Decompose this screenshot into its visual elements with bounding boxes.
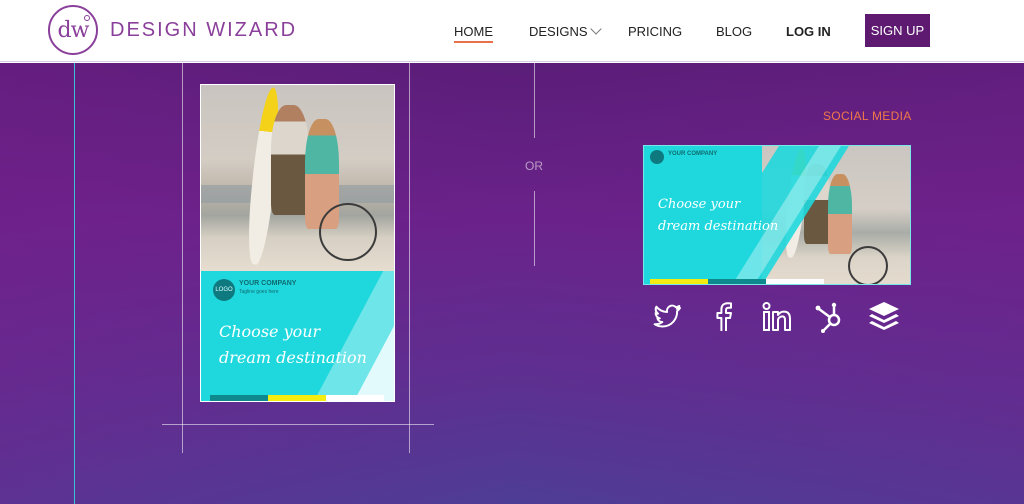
poster-headline-line2: dream destination xyxy=(219,348,367,367)
hero-section: OR SOCIAL MEDIA LOGO YOUR COMPANY Taglin… xyxy=(0,63,1024,504)
or-divider-top xyxy=(534,63,535,138)
guide-line xyxy=(74,63,75,504)
signup-button[interactable]: SIGN UP xyxy=(865,14,930,47)
nav-blog[interactable]: BLOG xyxy=(716,24,752,39)
twitter-icon[interactable] xyxy=(650,299,686,335)
banner-headline: Choose your dream destination xyxy=(658,194,778,238)
poster-tagline: Tagline goes here xyxy=(239,289,279,295)
crop-guide-right xyxy=(409,63,410,453)
login-link[interactable]: LOG IN xyxy=(786,24,831,39)
nav-designs-label: DESIGNS xyxy=(529,24,588,39)
nav-designs[interactable]: DESIGNS xyxy=(529,23,602,39)
banner-company: YOUR COMPANY xyxy=(668,151,718,157)
brand-logo[interactable]: dw DESIGN WIZARD xyxy=(48,5,297,55)
hubspot-icon[interactable] xyxy=(812,299,848,335)
banner-logo-badge xyxy=(650,150,664,164)
nav-pricing[interactable]: PRICING xyxy=(628,24,682,39)
color-strip-white xyxy=(326,395,384,401)
or-divider-bottom xyxy=(534,191,535,266)
crop-guide-bottom xyxy=(162,424,434,425)
banner-headline-line2: dream destination xyxy=(658,219,779,234)
color-strip-yellow xyxy=(268,395,326,401)
facebook-icon[interactable] xyxy=(706,299,742,335)
brand-name: DESIGN WIZARD xyxy=(110,18,298,41)
poster-headline: Choose your dream destination xyxy=(219,319,367,371)
crop-guide-left xyxy=(182,63,183,453)
poster-template-preview[interactable]: LOGO YOUR COMPANY Tagline goes here Choo… xyxy=(200,84,395,402)
social-banner-preview[interactable]: YOUR COMPANY Choose your dream destinati… xyxy=(643,145,911,285)
man-figure xyxy=(271,105,309,215)
banner-headline-line1: Choose your xyxy=(658,197,741,212)
logo-badge: LOGO xyxy=(213,279,235,301)
social-media-label: SOCIAL MEDIA xyxy=(823,109,912,123)
poster-company: YOUR COMPANY xyxy=(239,280,297,287)
poster-headline-line1: Choose your xyxy=(219,322,321,341)
site-header: dw DESIGN WIZARD HOME DESIGNS PRICING BL… xyxy=(0,0,1024,62)
buffer-icon[interactable] xyxy=(866,299,902,335)
social-icons-row xyxy=(650,299,910,339)
or-label: OR xyxy=(525,159,543,173)
nav-home[interactable]: HOME xyxy=(454,24,493,43)
chevron-down-icon xyxy=(589,23,602,35)
bicycle-wheel xyxy=(319,203,377,261)
logo-monogram: dw xyxy=(48,5,98,55)
linkedin-icon[interactable] xyxy=(760,299,796,335)
color-strip-teal xyxy=(210,395,268,401)
poster-text-panel: LOGO YOUR COMPANY Tagline goes here Choo… xyxy=(201,271,394,401)
beach-couple-photo xyxy=(201,85,394,271)
